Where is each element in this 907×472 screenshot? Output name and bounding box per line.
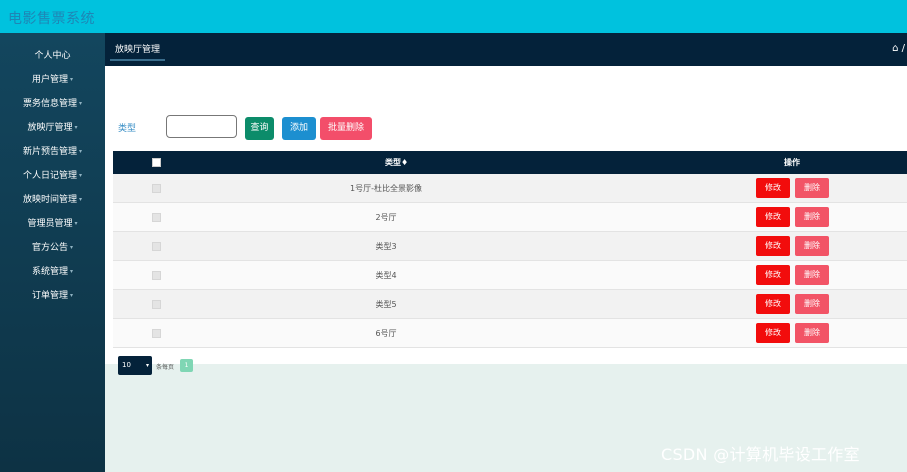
chevron-down-icon: ▾ <box>70 268 74 275</box>
chevron-down-icon: ▾ <box>79 172 83 179</box>
row-type: 2号厅 <box>375 213 397 222</box>
sidebar-item-label: 系统管理 <box>31 267 68 277</box>
sidebar-item-trailers[interactable]: 新片预告管理 ▾ <box>0 140 105 164</box>
table-row: 1号厅-杜比全景影像 修改 删除 <box>113 174 907 203</box>
chevron-down-icon: ▾ <box>79 196 83 203</box>
sidebar-item-label: 管理员管理 <box>27 219 73 229</box>
top-bar: 电影售票系统 <box>0 0 907 33</box>
watermark: CSDN @计算机毕设工作室 <box>661 445 860 464</box>
delete-button[interactable]: 删除 <box>795 236 829 256</box>
sidebar-item-label: 票务信息管理 <box>22 99 77 109</box>
edit-button[interactable]: 修改 <box>756 323 790 343</box>
sidebar-item-label: 用户管理 <box>31 75 68 85</box>
filter-label: 类型 <box>118 124 137 134</box>
home-icon[interactable]: ⌂ / <box>892 43 905 54</box>
edit-button[interactable]: 修改 <box>756 236 790 256</box>
main-content: 放映厅管理 ⌂ / 类型 查询 添加 批量删除 类型♦ 操作 1号厅-杜比全景影… <box>105 33 907 472</box>
edit-button[interactable]: 修改 <box>756 207 790 227</box>
chevron-down-icon: ▾ <box>70 244 74 251</box>
sidebar-item-orders[interactable]: 订单管理 ▾ <box>0 284 105 308</box>
batch-delete-button[interactable]: 批量删除 <box>320 117 372 140</box>
sidebar-item-profile[interactable]: 个人中心 <box>0 44 105 68</box>
chevron-down-icon: ▾ <box>70 292 74 299</box>
table-row: 类型3 修改 删除 <box>113 232 907 261</box>
edit-button[interactable]: 修改 <box>756 294 790 314</box>
delete-button[interactable]: 删除 <box>795 265 829 285</box>
page-size-select[interactable]: 10 ▾ <box>118 356 152 375</box>
content-panel: 类型 查询 添加 批量删除 类型♦ 操作 1号厅-杜比全景影像 修改 删除 2号… <box>105 66 907 375</box>
delete-button[interactable]: 删除 <box>795 178 829 198</box>
delete-button[interactable]: 删除 <box>795 294 829 314</box>
type-search-input[interactable] <box>166 115 237 138</box>
chevron-down-icon: ▾ <box>70 76 74 83</box>
page-size-value: 10 <box>122 361 131 369</box>
sidebar-item-halls[interactable]: 放映厅管理 ▾ <box>0 116 105 140</box>
tab-hall-management[interactable]: 放映厅管理 <box>110 42 166 61</box>
row-type: 类型5 <box>375 300 397 309</box>
sidebar-item-tickets[interactable]: 票务信息管理 ▾ <box>0 92 105 116</box>
edit-button[interactable]: 修改 <box>756 265 790 285</box>
chevron-down-icon: ▾ <box>74 124 78 131</box>
sidebar: 个人中心 用户管理 ▾ 票务信息管理 ▾ 放映厅管理 ▾ 新片预告管理 ▾ 个人日记管理… <box>0 33 105 472</box>
page-number-button[interactable]: 1 <box>180 359 193 372</box>
select-all-checkbox[interactable] <box>152 158 161 167</box>
sidebar-item-label: 订单管理 <box>31 291 68 301</box>
query-button[interactable]: 查询 <box>245 117 274 140</box>
sidebar-item-label: 放映厅管理 <box>27 123 73 133</box>
add-button[interactable]: 添加 <box>282 117 316 140</box>
table-row: 类型5 修改 删除 <box>113 290 907 319</box>
per-page-label: 条每页 <box>156 364 175 371</box>
chevron-down-icon: ▾ <box>79 148 83 155</box>
sidebar-item-label: 放映时间管理 <box>22 195 77 205</box>
app-title: 电影售票系统 <box>8 11 95 27</box>
table-row: 类型4 修改 删除 <box>113 261 907 290</box>
sidebar-item-admins[interactable]: 管理员管理 ▾ <box>0 212 105 236</box>
sidebar-item-announcements[interactable]: 官方公告 ▾ <box>0 236 105 260</box>
edit-button[interactable]: 修改 <box>756 178 790 198</box>
tab-bar: 放映厅管理 ⌂ / <box>105 33 907 66</box>
sidebar-item-system[interactable]: 系统管理 ▾ <box>0 260 105 284</box>
sidebar-item-showtimes[interactable]: 放映时间管理 ▾ <box>0 188 105 212</box>
row-type: 类型3 <box>375 242 397 251</box>
chevron-down-icon: ▾ <box>74 220 78 227</box>
table-header: 类型♦ 操作 <box>113 151 907 174</box>
row-type: 类型4 <box>375 271 397 280</box>
sidebar-item-label: 官方公告 <box>31 243 68 253</box>
chevron-down-icon: ▾ <box>79 100 83 107</box>
column-header-type[interactable]: 类型♦ <box>385 157 408 168</box>
sidebar-item-label: 个人日记管理 <box>22 171 77 181</box>
sidebar-item-diary[interactable]: 个人日记管理 ▾ <box>0 164 105 188</box>
sidebar-item-label: 个人中心 <box>34 51 71 61</box>
sidebar-item-label: 新片预告管理 <box>22 147 77 157</box>
sidebar-item-users[interactable]: 用户管理 ▾ <box>0 68 105 92</box>
delete-button[interactable]: 删除 <box>795 323 829 343</box>
column-header-actions: 操作 <box>784 158 800 167</box>
table-row: 2号厅 修改 删除 <box>113 203 907 232</box>
row-type: 1号厅-杜比全景影像 <box>350 184 422 193</box>
chevron-down-icon: ▾ <box>145 362 149 369</box>
table-row: 6号厅 修改 删除 <box>113 319 907 348</box>
row-type: 6号厅 <box>375 329 397 338</box>
delete-button[interactable]: 删除 <box>795 207 829 227</box>
